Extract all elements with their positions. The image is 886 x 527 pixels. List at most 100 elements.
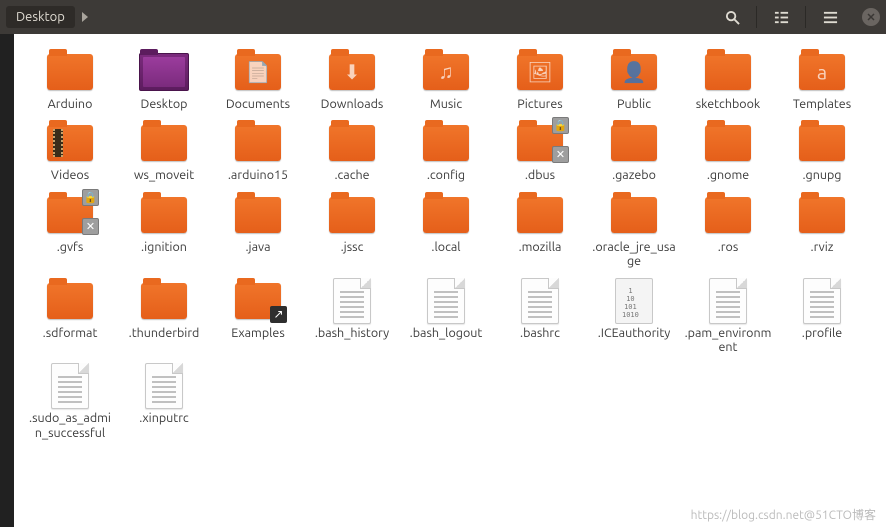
- file-label: .ICEauthority: [598, 326, 671, 340]
- file-item[interactable]: ♫Music: [400, 46, 492, 113]
- breadcrumb-current[interactable]: Desktop: [6, 6, 75, 28]
- separator: [756, 6, 757, 28]
- file-label: Downloads: [321, 97, 384, 111]
- textfile-icon: [44, 362, 96, 410]
- view-list-button[interactable]: [767, 3, 795, 31]
- file-label: .xinputrc: [139, 411, 189, 425]
- folder-icon: 🖼: [514, 48, 566, 96]
- file-item[interactable]: .thunderbird: [118, 275, 210, 342]
- file-item[interactable]: .bash_logout: [400, 275, 492, 342]
- folder-icon: [326, 191, 378, 239]
- file-item[interactable]: .bash_history: [306, 275, 398, 342]
- close-icon: [867, 13, 875, 21]
- textfile-icon: [796, 277, 848, 325]
- file-item[interactable]: .gnupg: [776, 117, 868, 184]
- textfile-icon: [138, 362, 190, 410]
- file-item[interactable]: .java: [212, 189, 304, 256]
- folder-icon: [138, 191, 190, 239]
- folder-icon: 🔒✕: [514, 119, 566, 167]
- file-item[interactable]: .local: [400, 189, 492, 256]
- file-item[interactable]: Desktop: [118, 46, 210, 113]
- file-item[interactable]: ⬇Downloads: [306, 46, 398, 113]
- folder-icon: 👤: [608, 48, 660, 96]
- file-item[interactable]: .cache: [306, 117, 398, 184]
- file-item[interactable]: .pam_environment: [682, 275, 774, 357]
- file-item[interactable]: .sudo_as_admin_successful: [24, 360, 116, 442]
- file-item[interactable]: sketchbook: [682, 46, 774, 113]
- file-item[interactable]: Videos: [24, 117, 116, 184]
- file-label: .gvfs: [57, 240, 84, 254]
- file-label: .sudo_as_admin_successful: [26, 411, 114, 440]
- binfile-icon: [608, 277, 660, 325]
- file-item[interactable]: Arduino: [24, 46, 116, 113]
- search-button[interactable]: [718, 3, 746, 31]
- unreadable-emblem-icon: ✕: [82, 218, 99, 235]
- file-label: Pictures: [517, 97, 562, 111]
- file-label: .dbus: [525, 168, 555, 182]
- folder-icon: a: [796, 48, 848, 96]
- file-item[interactable]: ↗Examples: [212, 275, 304, 342]
- file-label: .profile: [802, 326, 842, 340]
- file-item[interactable]: .xinputrc: [118, 360, 210, 427]
- file-label: sketchbook: [696, 97, 761, 111]
- lock-emblem-icon: 🔒: [82, 189, 99, 206]
- textfile-icon: [702, 277, 754, 325]
- toolbar-buttons: [718, 3, 880, 31]
- file-label: .rviz: [811, 240, 834, 254]
- folder-icon: [420, 191, 472, 239]
- file-item[interactable]: .profile: [776, 275, 868, 342]
- file-item[interactable]: .bashrc: [494, 275, 586, 342]
- file-label: .jssc: [341, 240, 364, 254]
- watermark: https://blog.csdn.net@51CTO博客: [691, 506, 876, 523]
- file-item[interactable]: 🔒✕.gvfs: [24, 189, 116, 256]
- file-label: Templates: [793, 97, 851, 111]
- file-item[interactable]: .ros: [682, 189, 774, 256]
- textfile-icon: [420, 277, 472, 325]
- file-item[interactable]: 👤Public: [588, 46, 680, 113]
- folder-video-icon: [44, 119, 96, 167]
- file-label: .local: [431, 240, 460, 254]
- window-close-button[interactable]: [862, 8, 880, 26]
- file-label: Documents: [226, 97, 290, 111]
- file-item[interactable]: .sdformat: [24, 275, 116, 342]
- file-item[interactable]: .jssc: [306, 189, 398, 256]
- file-item[interactable]: .ICEauthority: [588, 275, 680, 342]
- file-item[interactable]: 🔒✕.dbus: [494, 117, 586, 184]
- file-label: .config: [427, 168, 465, 182]
- file-label: Arduino: [48, 97, 93, 111]
- file-item[interactable]: ws_moveit: [118, 117, 210, 184]
- file-item[interactable]: 📄Documents: [212, 46, 304, 113]
- folder-icon: [796, 191, 848, 239]
- file-label: Desktop: [141, 97, 188, 111]
- file-label: .ignition: [141, 240, 187, 254]
- file-item[interactable]: .arduino15: [212, 117, 304, 184]
- chevron-right-icon: [82, 12, 88, 22]
- file-item[interactable]: 🖼Pictures: [494, 46, 586, 113]
- separator: [805, 6, 806, 28]
- file-item[interactable]: .mozilla: [494, 189, 586, 256]
- folder-icon: [138, 119, 190, 167]
- file-grid-area: Arduino Desktop 📄Documents⬇Downloads♫Music…: [0, 34, 886, 527]
- file-item[interactable]: .oracle_jre_usage: [588, 189, 680, 271]
- folder-icon: [326, 119, 378, 167]
- hamburger-icon: [823, 10, 838, 25]
- file-label: .sdformat: [43, 326, 98, 340]
- file-item[interactable]: .config: [400, 117, 492, 184]
- folder-icon: [44, 277, 96, 325]
- file-item[interactable]: .ignition: [118, 189, 210, 256]
- folder-icon: 🔒✕: [44, 191, 96, 239]
- file-item[interactable]: aTemplates: [776, 46, 868, 113]
- lock-emblem-icon: 🔒: [552, 117, 569, 134]
- file-grid: Arduino Desktop 📄Documents⬇Downloads♫Music…: [24, 46, 876, 442]
- file-label: Public: [617, 97, 651, 111]
- folder-icon: [608, 191, 660, 239]
- file-item[interactable]: .gazebo: [588, 117, 680, 184]
- hamburger-menu-button[interactable]: [816, 3, 844, 31]
- folder-icon: [702, 48, 754, 96]
- file-item[interactable]: .rviz: [776, 189, 868, 256]
- file-label: Examples: [231, 326, 285, 340]
- folder-icon: [420, 119, 472, 167]
- file-item[interactable]: .gnome: [682, 117, 774, 184]
- file-label: .ros: [718, 240, 739, 254]
- folder-icon: [702, 191, 754, 239]
